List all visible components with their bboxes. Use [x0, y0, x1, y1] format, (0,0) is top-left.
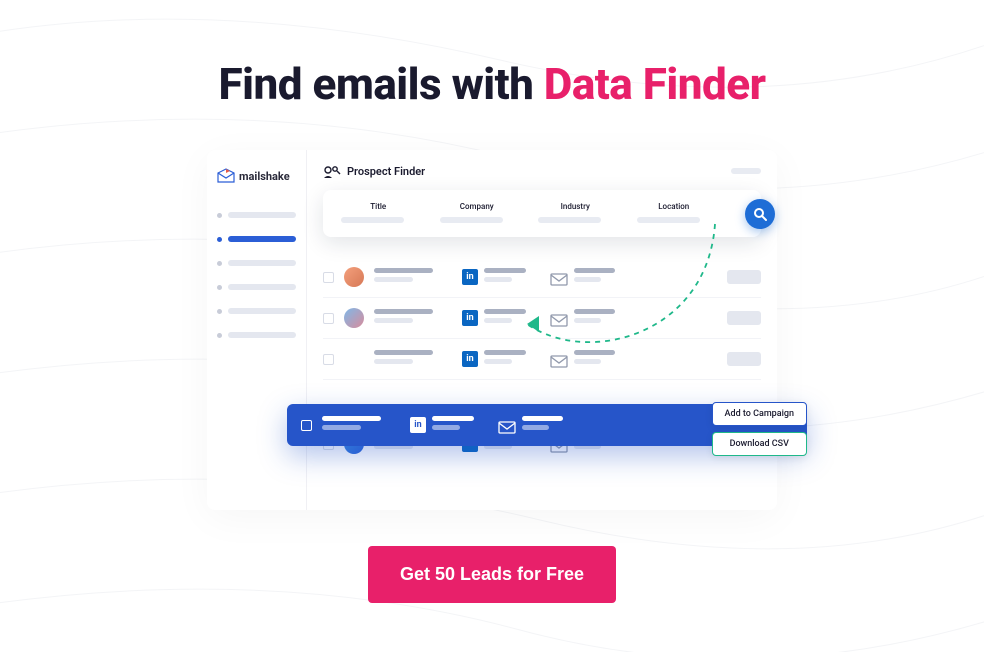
- app-mockup: mailshake Prospect Finder: [207, 150, 777, 510]
- nav-dot-icon: [217, 333, 222, 338]
- text-placeholder: [484, 359, 512, 364]
- add-to-campaign-button[interactable]: Add to Campaign: [712, 402, 807, 426]
- cta-button[interactable]: Get 50 Leads for Free: [368, 546, 616, 603]
- search-placeholder: [341, 217, 404, 223]
- avatar: [344, 267, 364, 287]
- search-label: Company: [440, 202, 515, 211]
- linkedin-icon: in: [410, 417, 426, 433]
- checkbox[interactable]: [323, 354, 334, 365]
- search-label: Industry: [538, 202, 613, 211]
- text-placeholder: [374, 359, 413, 364]
- brand: mailshake: [217, 168, 296, 184]
- text-placeholder: [574, 359, 601, 364]
- text-placeholder: [522, 425, 549, 430]
- nav-dot-icon: [217, 237, 222, 242]
- sidebar-nav-item-active[interactable]: [217, 236, 296, 242]
- mail-icon: [498, 419, 516, 432]
- nav-placeholder: [228, 260, 296, 266]
- text-placeholder: [522, 416, 563, 421]
- text-placeholder: [432, 416, 474, 421]
- search-field-industry[interactable]: Industry: [538, 202, 613, 223]
- search-icon: [753, 207, 767, 221]
- nav-placeholder: [228, 308, 296, 314]
- row-action-placeholder: [727, 311, 761, 325]
- search-label: Title: [341, 202, 416, 211]
- text-placeholder: [484, 277, 512, 282]
- search-field-title[interactable]: Title: [341, 202, 416, 223]
- nav-placeholder: [228, 284, 296, 290]
- text-placeholder: [574, 268, 615, 273]
- sidebar-nav-item[interactable]: [217, 308, 296, 314]
- text-placeholder: [574, 350, 615, 355]
- sidebar-nav-item[interactable]: [217, 284, 296, 290]
- nav-dot-icon: [217, 309, 222, 314]
- text-placeholder: [484, 318, 512, 323]
- search-label: Location: [637, 202, 712, 211]
- brand-name: mailshake: [239, 170, 290, 183]
- text-placeholder: [374, 309, 433, 314]
- checkbox[interactable]: [323, 313, 334, 324]
- brand-logo-icon: [217, 168, 235, 184]
- nav-placeholder: [228, 332, 296, 338]
- headline-accent: Data Finder: [544, 58, 766, 110]
- mail-icon: [550, 353, 568, 366]
- text-placeholder: [432, 425, 460, 430]
- row-action-placeholder: [727, 270, 761, 284]
- text-placeholder: [484, 268, 526, 273]
- nav-dot-icon: [217, 285, 222, 290]
- text-placeholder: [574, 309, 615, 314]
- nav-placeholder: [228, 236, 296, 242]
- text-placeholder: [574, 318, 601, 323]
- main-title: Prospect Finder: [347, 165, 425, 178]
- text-placeholder: [574, 277, 601, 282]
- table-row[interactable]: in: [323, 257, 761, 298]
- sidebar-nav-item[interactable]: [217, 332, 296, 338]
- text-placeholder: [484, 309, 526, 314]
- nav-placeholder: [228, 212, 296, 218]
- headline-prefix: Find emails with: [219, 58, 544, 110]
- linkedin-icon: in: [462, 269, 478, 285]
- sidebar: mailshake: [207, 150, 307, 510]
- search-field-company[interactable]: Company: [440, 202, 515, 223]
- table-row[interactable]: in: [323, 298, 761, 339]
- row-action-placeholder: [727, 352, 761, 366]
- linkedin-icon: in: [462, 351, 478, 367]
- mail-icon: [550, 312, 568, 325]
- linkedin-icon: in: [462, 310, 478, 326]
- header-placeholder: [731, 168, 761, 174]
- sidebar-nav-item[interactable]: [217, 212, 296, 218]
- prospect-finder-icon: [323, 164, 341, 178]
- text-placeholder: [484, 350, 526, 355]
- search-placeholder: [538, 217, 601, 223]
- search-filter-card: Title Company Industry Location: [323, 190, 761, 237]
- search-placeholder: [440, 217, 503, 223]
- checkbox[interactable]: [323, 272, 334, 283]
- main-panel: Prospect Finder Title Company Industry: [307, 150, 777, 510]
- text-placeholder: [322, 425, 361, 430]
- search-field-location[interactable]: Location: [637, 202, 712, 223]
- download-csv-button[interactable]: Download CSV: [712, 432, 807, 456]
- search-button[interactable]: [745, 199, 775, 229]
- text-placeholder: [374, 318, 413, 323]
- nav-dot-icon: [217, 261, 222, 266]
- nav-dot-icon: [217, 213, 222, 218]
- sidebar-nav-item[interactable]: [217, 260, 296, 266]
- avatar: [344, 308, 364, 328]
- mail-icon: [550, 271, 568, 284]
- text-placeholder: [374, 268, 433, 273]
- table-row[interactable]: in: [323, 339, 761, 380]
- text-placeholder: [374, 350, 433, 355]
- main-header: Prospect Finder: [323, 164, 761, 178]
- page-headline: Find emails with Data Finder: [0, 58, 984, 110]
- checkbox[interactable]: [301, 420, 312, 431]
- text-placeholder: [322, 416, 381, 421]
- search-placeholder: [637, 217, 700, 223]
- text-placeholder: [374, 277, 413, 282]
- action-popover: Add to Campaign Download CSV: [712, 402, 807, 456]
